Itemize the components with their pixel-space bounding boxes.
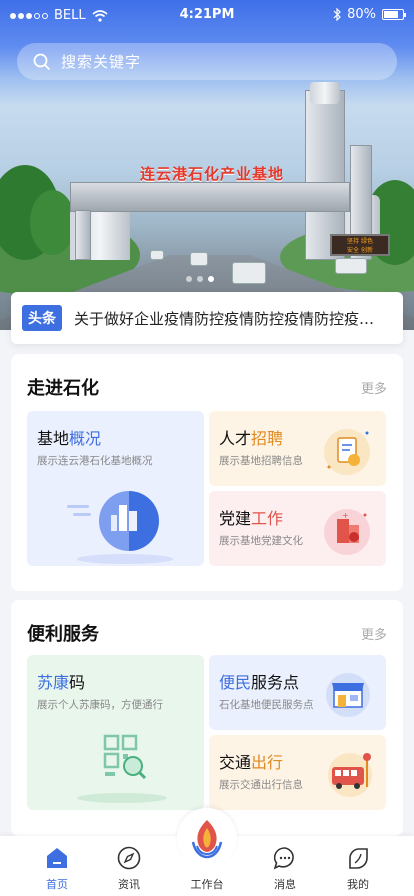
card-health-code[interactable]: 苏康码 展示个人苏康码，方便通行 (27, 655, 204, 810)
tab-profile[interactable]: 我的 (328, 836, 388, 896)
svg-text:+: + (342, 511, 349, 520)
led-line: 安全 创新 (347, 247, 373, 254)
card-desc: 展示基地党建文化 (219, 535, 303, 547)
tab-messages[interactable]: 消息 (255, 836, 315, 896)
tab-label: 消息 (274, 878, 296, 891)
bus-icon (328, 753, 372, 797)
carousel-dot[interactable] (186, 276, 192, 282)
carousel-dot[interactable] (197, 276, 203, 282)
hero-banner[interactable]: 连云港石化产业基地 坚持 绿色 安全 创新 BELL 4:21PM 80% 搜索… (0, 0, 414, 330)
home-icon (44, 845, 70, 871)
card-recruitment[interactable]: 人才招聘 展示基地招聘信息 (209, 411, 386, 486)
party-flag-icon: + (324, 509, 370, 555)
led-line: 坚持 绿色 (347, 238, 373, 245)
card-party-building[interactable]: 党建工作 展示基地党建文化 + (209, 491, 386, 566)
card-title: 苏康码 (37, 673, 86, 692)
headline-text: 关于做好企业疫情防控疫情防控疫情防控疫情防控 (74, 309, 379, 328)
shop-icon (326, 673, 370, 717)
card-desc: 展示连云港石化基地概况 (37, 455, 153, 467)
card-title: 基地概况 (37, 429, 102, 448)
led-sign: 坚持 绿色 安全 创新 (330, 234, 390, 256)
gate-title: 连云港石化产业基地 (140, 165, 285, 183)
tab-home[interactable]: 首页 (27, 836, 87, 896)
card-title: 人才招聘 (219, 429, 284, 448)
tower-top (310, 82, 340, 104)
car (335, 258, 367, 274)
card-desc: 展示基地招聘信息 (219, 455, 303, 467)
more-link[interactable]: 更多 (361, 624, 387, 643)
search-placeholder: 搜索关键字 (61, 53, 142, 71)
tab-label: 首页 (46, 878, 68, 891)
flame-logo-icon (191, 820, 223, 859)
chat-bubble-icon (272, 845, 298, 871)
gate-beam (70, 182, 350, 212)
card-base-overview[interactable]: 基地概况 展示连云港石化基地概况 (27, 411, 204, 566)
qr-code-icon (77, 734, 167, 803)
gate-pillar (75, 210, 91, 260)
status-bar: BELL 4:21PM 80% (0, 0, 414, 30)
headline-news[interactable]: 头条 关于做好企业疫情防控疫情防控疫情防控疫情防控 (11, 292, 403, 344)
section-title: 便利服务 (27, 624, 99, 645)
status-right: 80% (333, 7, 406, 22)
tab-label: 资讯 (118, 878, 140, 891)
search-icon (33, 53, 51, 70)
car (150, 250, 164, 260)
building-chart-icon (67, 491, 173, 564)
battery-icon (382, 9, 406, 20)
card-desc: 石化基地便民服务点 (219, 699, 314, 711)
bluetooth-icon (333, 8, 341, 21)
card-transport[interactable]: 交通出行 展示交通出行信息 (209, 735, 386, 810)
car (232, 262, 266, 284)
more-link[interactable]: 更多 (361, 378, 387, 397)
tab-label: 工作台 (190, 878, 224, 891)
tab-news[interactable]: 资讯 (99, 836, 159, 896)
carousel-indicator[interactable] (186, 276, 214, 282)
tree (30, 190, 75, 255)
card-title: 党建工作 (219, 509, 284, 528)
compass-icon (116, 845, 142, 871)
search-bar[interactable]: 搜索关键字 (17, 43, 397, 80)
headline-badge: 头条 (22, 305, 62, 331)
card-service-points[interactable]: 便民服务点 石化基地便民服务点 (209, 655, 386, 730)
card-title: 便民服务点 (219, 673, 300, 692)
leaf-profile-icon (345, 845, 371, 871)
battery-percent: 80% (347, 7, 376, 22)
card-desc: 展示交通出行信息 (219, 779, 303, 791)
car (190, 252, 208, 266)
tab-label: 我的 (347, 878, 369, 891)
section-intro: 走进石化 更多 基地概况 展示连云港石化基地概况 人才招聘 展示基地招聘信息 党… (11, 354, 403, 591)
resume-icon (324, 429, 370, 475)
section-title: 走进石化 (27, 378, 99, 399)
card-title: 交通出行 (219, 753, 284, 772)
carousel-dot[interactable] (208, 276, 214, 282)
workbench-center-button[interactable] (177, 808, 237, 868)
section-services: 便利服务 更多 苏康码 展示个人苏康码，方便通行 便民服务点 石化基地便民服务点… (11, 600, 403, 836)
card-desc: 展示个人苏康码，方便通行 (37, 699, 163, 711)
